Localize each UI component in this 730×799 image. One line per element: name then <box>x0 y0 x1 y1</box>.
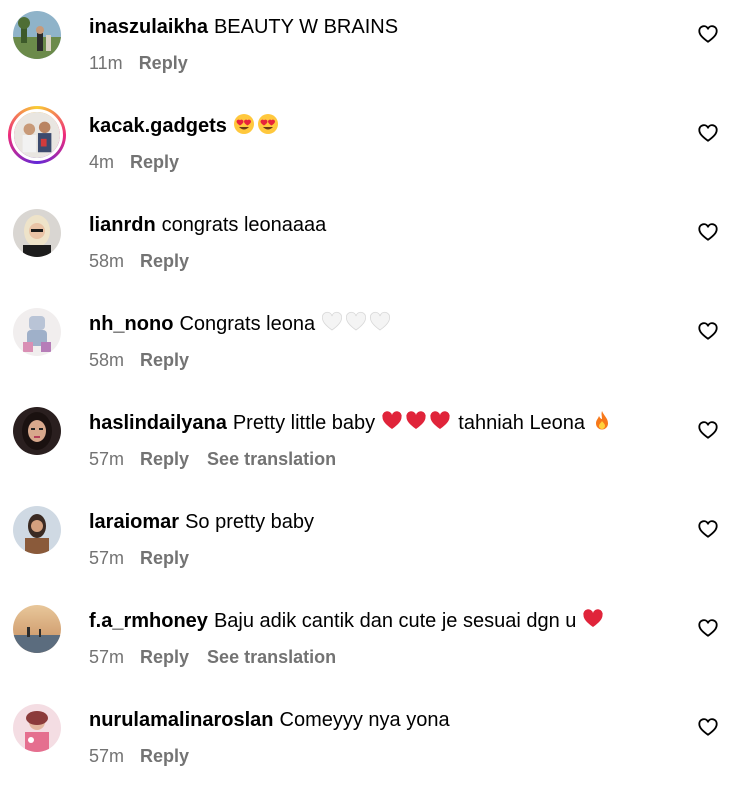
heart-outline-icon[interactable] <box>697 23 719 45</box>
comment-username[interactable]: laraiomar <box>89 511 179 533</box>
comment-username[interactable]: lianrdn <box>89 214 156 236</box>
comment-text-line: nurulamalinaroslan Comeyyy nya yona <box>89 707 450 733</box>
white-heart-emoji <box>369 311 391 333</box>
comment-row: f.a_rmhoney Baju adik cantik dan cute je … <box>0 601 730 700</box>
red-heart-emoji <box>381 410 403 432</box>
heart-outline-icon[interactable] <box>697 617 719 639</box>
comment-timestamp: 57m <box>89 548 125 568</box>
avatar-with-story-ring[interactable] <box>8 106 66 164</box>
white-heart-emoji <box>345 311 367 333</box>
avatar[interactable] <box>13 407 61 455</box>
comment-text-line: haslindailyana Pretty little baby tahniah… <box>89 410 615 436</box>
comment-text: Pretty little baby <box>232 412 376 434</box>
red-heart-emoji <box>582 608 604 630</box>
comment-username[interactable]: f.a_rmhoney <box>89 610 208 632</box>
heart-outline-icon[interactable] <box>697 419 719 441</box>
comment-text: Congrats leona <box>179 313 316 335</box>
comment-text-line: nh_nono Congrats leona <box>89 311 393 337</box>
reply-button[interactable]: Reply <box>140 251 189 271</box>
comment-timestamp: 11m <box>89 53 123 73</box>
comment-timestamp: 57m <box>89 647 125 667</box>
avatar[interactable] <box>13 308 61 356</box>
comment-meta: 57m Reply See translation <box>89 646 336 668</box>
reply-button[interactable]: Reply <box>140 746 189 766</box>
reply-button[interactable]: Reply <box>130 152 179 172</box>
heart-outline-icon[interactable] <box>697 221 719 243</box>
comment-meta: 57m Reply <box>89 547 207 569</box>
red-heart-emoji <box>429 410 451 432</box>
comments-list: inaszulaikha BEAUTY W BRAINS 11m Reply kaca… <box>0 0 730 774</box>
comment-meta: 57m Reply See translation <box>89 448 336 470</box>
heart-eyes-emoji <box>257 113 279 135</box>
comment-text-continued: tahniah Leona <box>458 412 586 434</box>
comment-text-line: f.a_rmhoney Baju adik cantik dan cute je … <box>89 608 606 634</box>
reply-button[interactable]: Reply <box>140 449 189 469</box>
comment-meta: 58m Reply <box>89 250 207 272</box>
comment-text-line: lianrdn congrats leonaaaa <box>89 212 326 238</box>
comment-row: nh_nono Congrats leona 58m Reply <box>0 304 730 403</box>
comment-text-line: inaszulaikha BEAUTY W BRAINS <box>89 14 398 40</box>
comment-row: nurulamalinaroslan Comeyyy nya yona 57m Re… <box>0 700 730 799</box>
red-heart-emoji <box>405 410 427 432</box>
comment-row: lianrdn congrats leonaaaa 58m Reply <box>0 205 730 304</box>
heart-outline-icon[interactable] <box>697 122 719 144</box>
heart-outline-icon[interactable] <box>697 320 719 342</box>
comment-timestamp: 4m <box>89 152 115 172</box>
comment-meta: 58m Reply <box>89 349 207 371</box>
comment-username[interactable]: nh_nono <box>89 313 173 335</box>
avatar[interactable] <box>13 704 61 752</box>
comment-row: laraiomar So pretty baby 57m Reply <box>0 502 730 601</box>
comment-meta: 11m Reply <box>89 52 206 74</box>
heart-outline-icon[interactable] <box>697 716 719 738</box>
comment-timestamp: 57m <box>89 449 125 469</box>
comment-username[interactable]: inaszulaikha <box>89 16 208 38</box>
comment-username[interactable]: nurulamalinaroslan <box>89 709 274 731</box>
comment-text: BEAUTY W BRAINS <box>213 16 399 38</box>
see-translation-button[interactable]: See translation <box>207 647 336 667</box>
comment-text: Baju adik cantik dan cute je sesuai dgn … <box>213 610 577 632</box>
comment-text: So pretty baby <box>185 511 315 533</box>
comment-meta: 57m Reply <box>89 745 207 767</box>
reply-button[interactable]: Reply <box>140 350 189 370</box>
comment-row: inaszulaikha BEAUTY W BRAINS 11m Reply <box>0 7 730 106</box>
avatar[interactable] <box>13 506 61 554</box>
avatar[interactable] <box>13 11 61 59</box>
comment-row: haslindailyana Pretty little baby tahniah… <box>0 403 730 502</box>
comment-text-line: laraiomar So pretty baby <box>89 509 314 535</box>
comment-meta: 4m Reply <box>89 151 197 173</box>
heart-outline-icon[interactable] <box>697 518 719 540</box>
comment-text: Comeyyy nya yona <box>279 709 450 731</box>
comment-text-line: kacak.gadgets <box>89 113 281 139</box>
avatar[interactable] <box>13 605 61 653</box>
fire-emoji <box>591 410 613 432</box>
white-heart-emoji <box>321 311 343 333</box>
comment-row: kacak.gadgets 4m Reply <box>0 106 730 205</box>
comment-username[interactable]: haslindailyana <box>89 412 227 434</box>
reply-button[interactable]: Reply <box>140 647 189 667</box>
reply-button[interactable]: Reply <box>139 53 188 73</box>
comment-timestamp: 58m <box>89 251 125 271</box>
reply-button[interactable]: Reply <box>140 548 189 568</box>
comment-timestamp: 57m <box>89 746 125 766</box>
comment-timestamp: 58m <box>89 350 125 370</box>
avatar[interactable] <box>13 209 61 257</box>
heart-eyes-emoji <box>233 113 255 135</box>
comment-text: congrats leonaaaa <box>161 214 327 236</box>
comment-username[interactable]: kacak.gadgets <box>89 115 227 137</box>
see-translation-button[interactable]: See translation <box>207 449 336 469</box>
